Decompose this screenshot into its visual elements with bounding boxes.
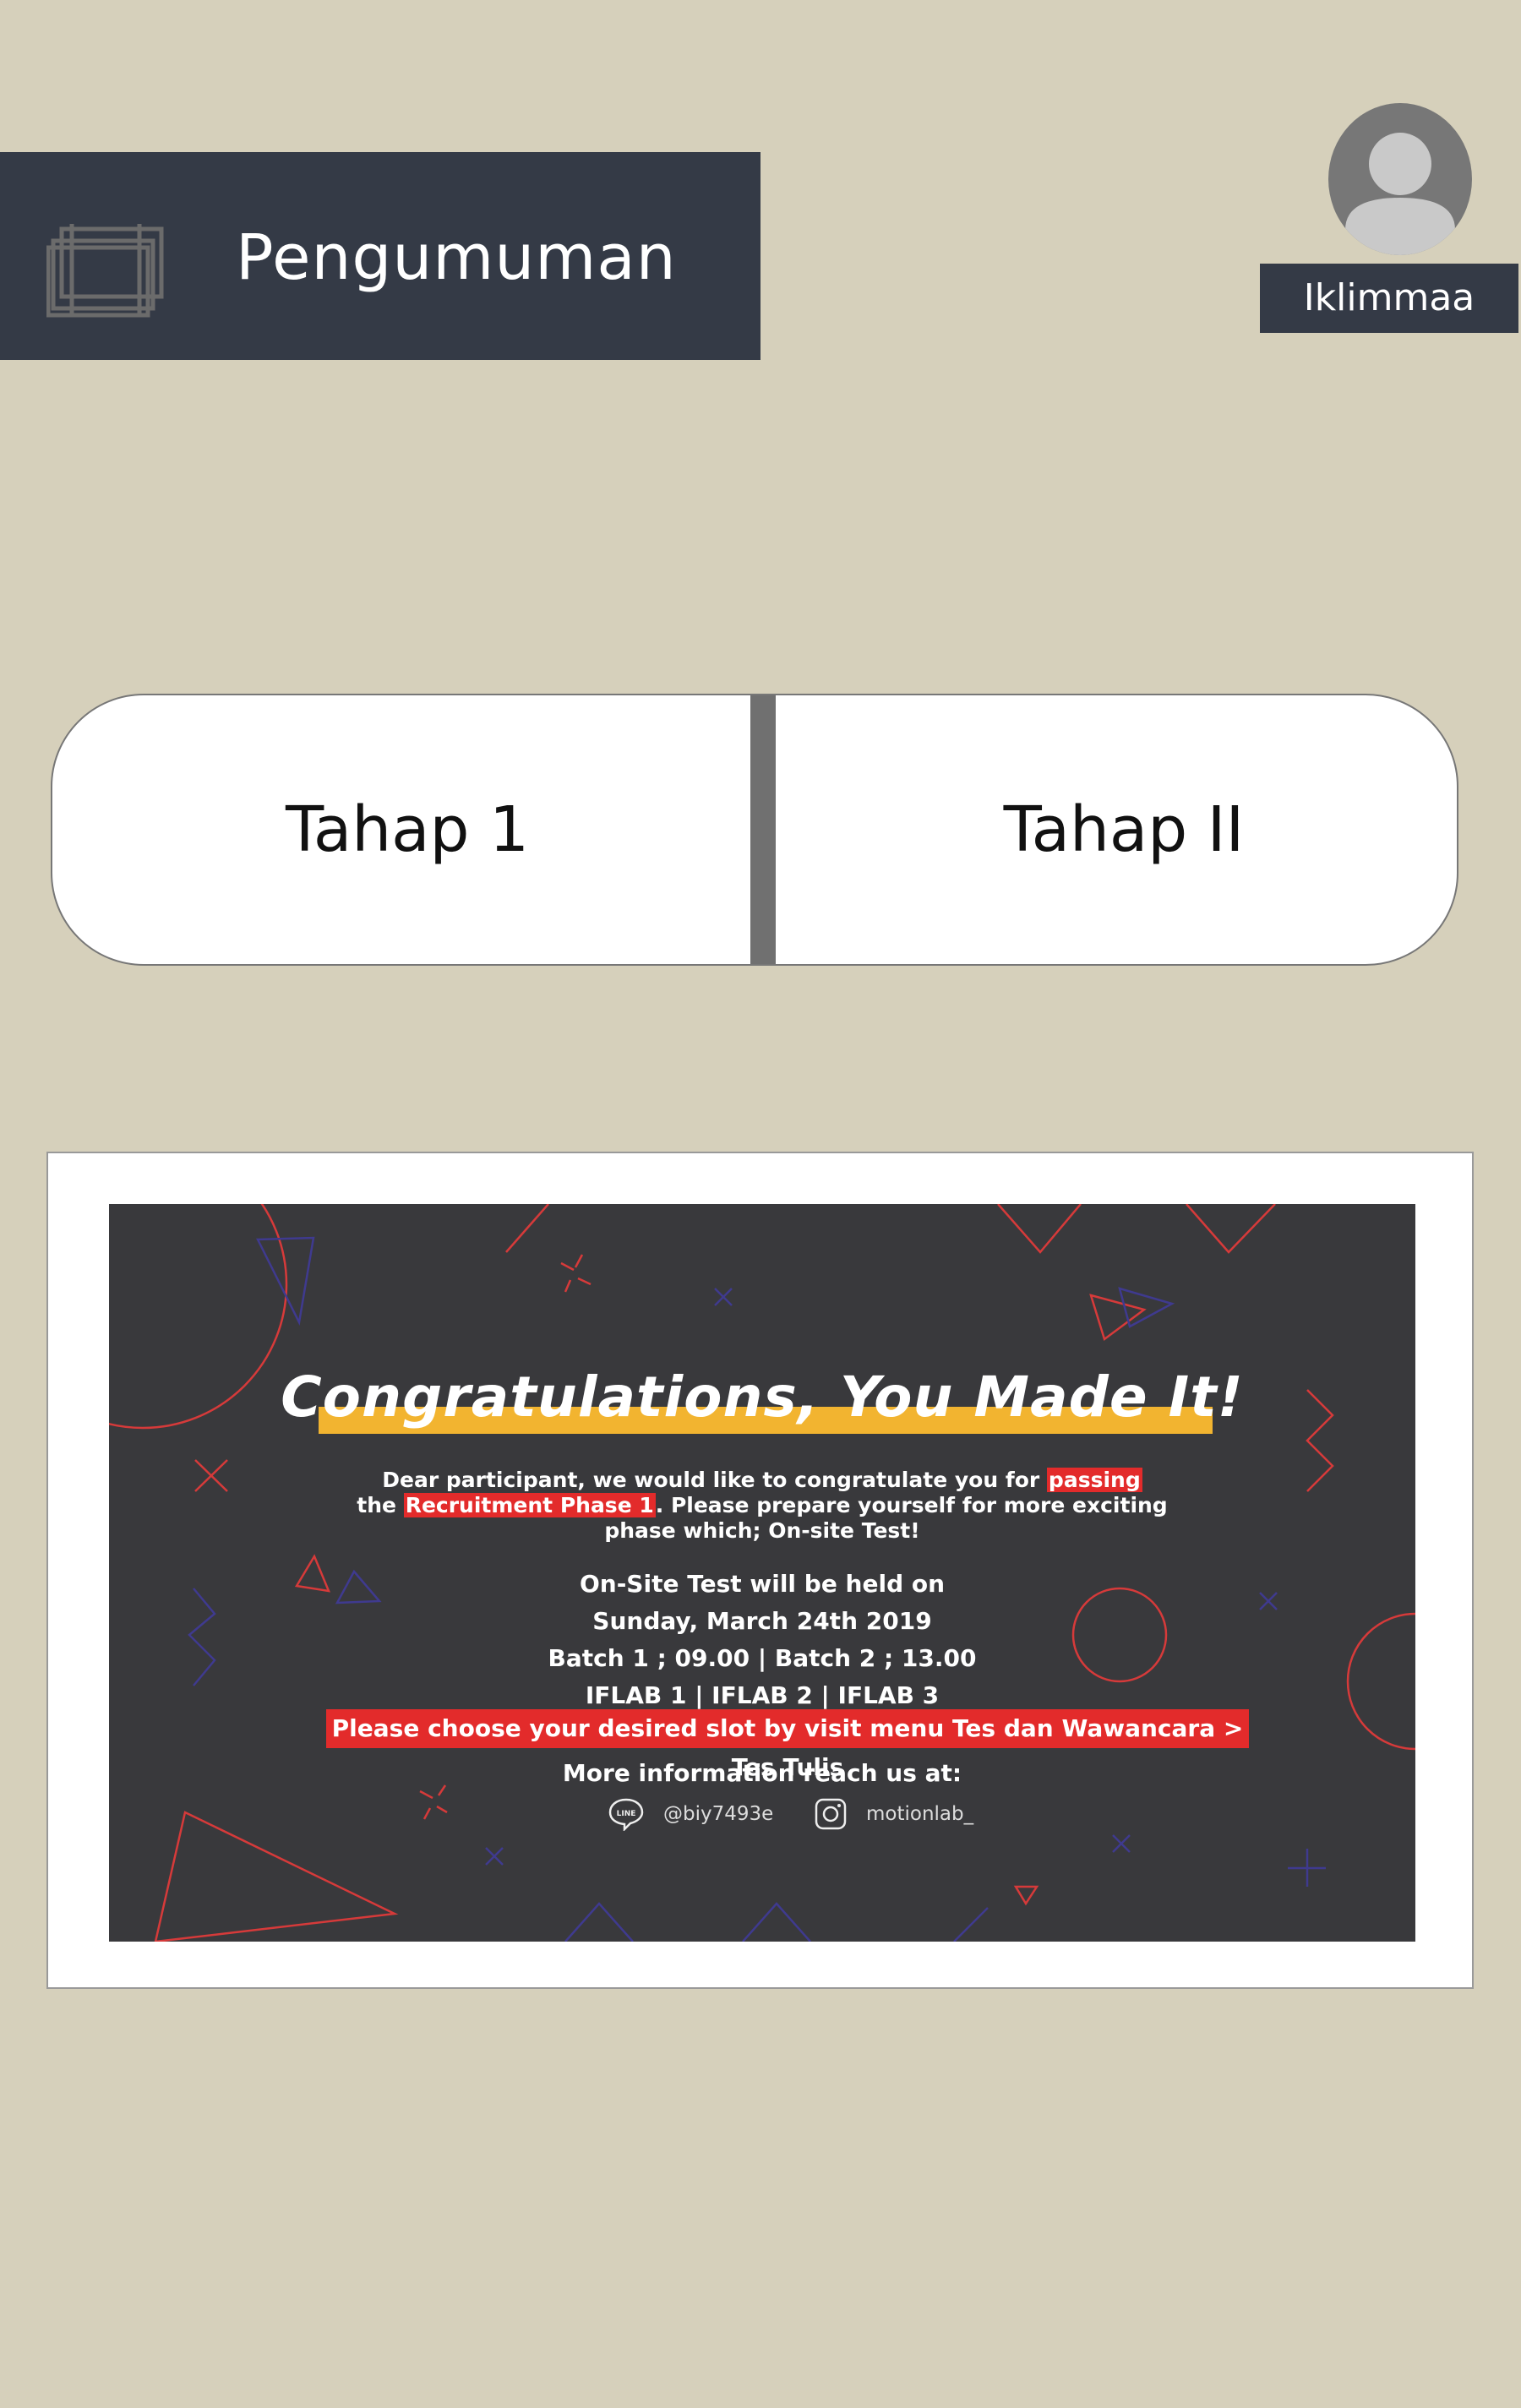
svg-text:LINE: LINE [617, 1810, 636, 1818]
announcement-title: Congratulations, You Made It! [281, 1365, 1244, 1430]
line-id: @biy7493e [663, 1803, 774, 1825]
announcement-card: Congratulations, You Made It! Dear parti… [46, 1152, 1474, 1989]
page-title: Pengumuman [236, 221, 677, 294]
instagram-contact: motionlab_ [814, 1797, 973, 1831]
user-avatar-icon[interactable] [1328, 103, 1472, 255]
schedule-date: Sunday, March 24th 2019 [592, 1607, 932, 1635]
instagram-handle: motionlab_ [866, 1803, 974, 1825]
slot-notice: Please choose your desired slot by visit… [326, 1709, 1249, 1781]
schedule-batches: Batch 1 ; 09.00 | Batch 2 ; 13.00 [548, 1644, 977, 1672]
layers-icon [46, 224, 164, 318]
schedule-heading: On-Site Test will be held on [579, 1570, 946, 1598]
highlight-passing: passing [1046, 1468, 1142, 1492]
tab-tahap-1[interactable]: Tahap 1 [52, 695, 762, 964]
highlight-phase: Recruitment Phase 1 [403, 1493, 656, 1517]
announcement-intro: Dear participant, we would like to congr… [357, 1468, 1168, 1543]
schedule-info: On-Site Test will be held on Sunday, Mar… [109, 1566, 1415, 1714]
tab-divider [750, 695, 776, 964]
page-header: Pengumuman [0, 152, 760, 360]
more-info-label: More information reach us at: [562, 1759, 962, 1787]
instagram-icon [815, 1798, 847, 1830]
user-name-label[interactable]: Iklimmaa [1260, 264, 1518, 333]
phase-tabs: Tahap 1 Tahap II [51, 694, 1458, 966]
line-contact: LINE @biy7493e [608, 1797, 773, 1831]
announcement-banner: Congratulations, You Made It! Dear parti… [109, 1204, 1415, 1942]
line-app-icon: LINE [608, 1798, 644, 1831]
tab-tahap-2[interactable]: Tahap II [788, 695, 1460, 964]
